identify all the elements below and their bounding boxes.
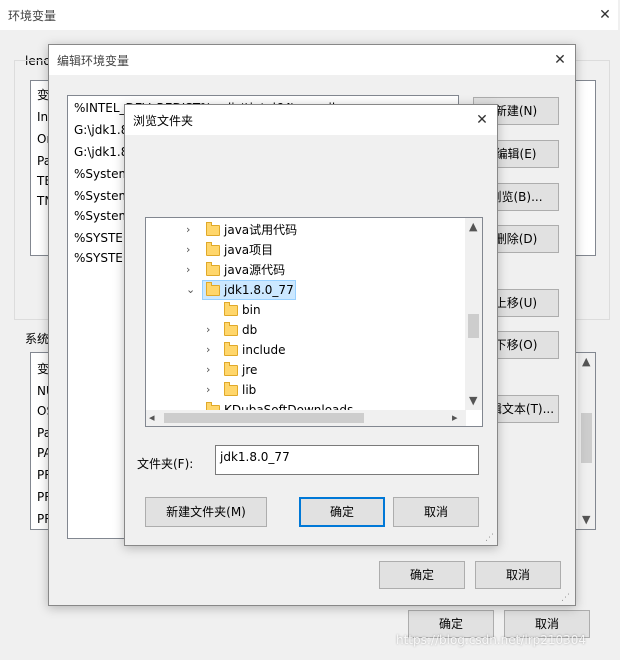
folder-icon bbox=[206, 262, 220, 276]
chevron-right-icon[interactable]: › bbox=[186, 260, 190, 280]
folder-icon bbox=[224, 302, 238, 316]
folder-icon bbox=[224, 382, 238, 396]
folder-tree[interactable]: › java试用代码 › java项目 › java源代码 ⌄ jdk1.8.0… bbox=[145, 217, 483, 427]
tree-vertical-scrollbar[interactable]: ▲ ▼ bbox=[465, 218, 482, 410]
tree-item-label: java试用代码 bbox=[224, 223, 298, 237]
list-item[interactable]: %System bbox=[74, 186, 130, 206]
tree-item-label: bin bbox=[242, 303, 261, 317]
chevron-right-icon[interactable]: › bbox=[206, 340, 210, 360]
edit-ok-button[interactable]: 确定 bbox=[379, 561, 465, 589]
browse-title-bar: 浏览文件夹 ✕ bbox=[125, 105, 497, 135]
tree-item-jre[interactable]: › jre bbox=[146, 360, 464, 380]
tree-item-label: jre bbox=[242, 363, 258, 377]
browse-cancel-button[interactable]: 取消 bbox=[393, 497, 479, 527]
tree-item-lib[interactable]: › lib bbox=[146, 380, 464, 400]
tree-item-label: java项目 bbox=[224, 243, 274, 257]
scroll-thumb[interactable] bbox=[468, 314, 479, 338]
tree-item-java-source[interactable]: › java源代码 bbox=[146, 260, 464, 280]
tree-item-java-trial-code[interactable]: › java试用代码 bbox=[146, 220, 464, 240]
edit-title-bar: 编辑环境变量 ✕ bbox=[49, 45, 575, 75]
chevron-right-icon[interactable]: › bbox=[206, 360, 210, 380]
folder-icon bbox=[206, 222, 220, 236]
tree-item-label: include bbox=[242, 343, 286, 357]
tree-item-label: db bbox=[242, 323, 258, 337]
close-icon[interactable]: ✕ bbox=[594, 4, 616, 26]
tree-item-java-project[interactable]: › java项目 bbox=[146, 240, 464, 260]
scrollbar[interactable]: ▲ ▼ bbox=[578, 353, 595, 529]
tree-item-label: jdk1.8.0_77 bbox=[224, 283, 294, 297]
chevron-right-icon[interactable]: › bbox=[186, 240, 190, 260]
env-title-bar: 环境变量 ✕ bbox=[0, 0, 618, 30]
watermark-text: https://blog.csdn.net/lrp210304 bbox=[396, 633, 587, 647]
tree-item-label: java源代码 bbox=[224, 263, 286, 277]
close-icon[interactable]: ✕ bbox=[549, 49, 571, 71]
tree-item-jdk[interactable]: ⌄ jdk1.8.0_77 bbox=[146, 280, 464, 300]
folder-field-label: 文件夹(F): bbox=[137, 457, 194, 471]
system-vars-label: 系统 bbox=[25, 332, 50, 346]
list-item[interactable]: G:\jdk1.8 bbox=[74, 142, 128, 162]
tree-item-bin[interactable]: bin bbox=[146, 300, 464, 320]
chevron-right-icon[interactable]: › bbox=[206, 380, 210, 400]
tree-item-db[interactable]: › db bbox=[146, 320, 464, 340]
tree-horizontal-scrollbar[interactable]: ◂ ▸ bbox=[146, 410, 466, 426]
chevron-down-icon[interactable]: ⌄ bbox=[186, 280, 195, 300]
folder-icon bbox=[224, 362, 238, 376]
resize-grip-icon[interactable]: ⋰ bbox=[561, 593, 570, 603]
scroll-left-icon[interactable]: ◂ bbox=[149, 411, 155, 424]
folder-path-value: jdk1.8.0_77 bbox=[220, 450, 290, 464]
list-item[interactable]: %System bbox=[74, 164, 130, 184]
edit-cancel-button[interactable]: 取消 bbox=[475, 561, 561, 589]
tree-item-label: lib bbox=[242, 383, 257, 397]
scroll-up-icon[interactable]: ▲ bbox=[469, 220, 477, 233]
resize-grip-icon[interactable]: ⋰ bbox=[485, 533, 494, 543]
folder-icon bbox=[224, 342, 238, 356]
list-item[interactable]: G:\jdk1.8 bbox=[74, 120, 128, 140]
browse-folder-dialog: 浏览文件夹 ✕ › java试用代码 › java项目 › java源代码 ⌄ … bbox=[124, 104, 498, 546]
chevron-right-icon[interactable]: › bbox=[186, 220, 190, 240]
env-window-title: 环境变量 bbox=[8, 9, 57, 23]
edit-window-title: 编辑环境变量 bbox=[57, 54, 130, 68]
close-icon[interactable]: ✕ bbox=[471, 109, 493, 131]
scroll-right-icon[interactable]: ▸ bbox=[452, 411, 458, 424]
folder-icon bbox=[206, 242, 220, 256]
tree-item-include[interactable]: › include bbox=[146, 340, 464, 360]
browse-dialog-title: 浏览文件夹 bbox=[133, 114, 194, 128]
chevron-right-icon[interactable]: › bbox=[206, 320, 210, 340]
scroll-down-icon[interactable]: ▼ bbox=[469, 394, 477, 407]
list-item[interactable]: %System bbox=[74, 206, 130, 226]
folder-icon bbox=[224, 322, 238, 336]
browse-ok-button[interactable]: 确定 bbox=[299, 497, 385, 527]
folder-open-icon bbox=[206, 282, 220, 296]
new-folder-button[interactable]: 新建文件夹(M) bbox=[145, 497, 267, 527]
folder-path-input[interactable]: jdk1.8.0_77 bbox=[215, 445, 479, 475]
scroll-thumb[interactable] bbox=[164, 413, 364, 423]
